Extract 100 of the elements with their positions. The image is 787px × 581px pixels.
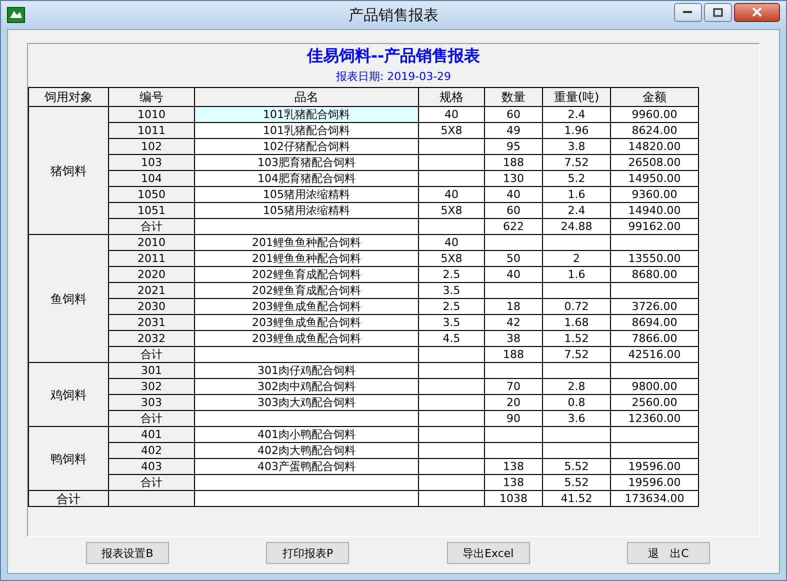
weight-cell: 5.2 bbox=[542, 170, 610, 186]
spec-cell: 40 bbox=[418, 186, 484, 202]
quantity-cell: 188 bbox=[484, 154, 542, 170]
weight-cell: 2 bbox=[542, 250, 610, 266]
column-header: 数量 bbox=[484, 88, 542, 106]
code-cell: 1051 bbox=[108, 202, 194, 218]
name-cell[interactable]: 402肉大鸭配合饲料 bbox=[194, 442, 418, 458]
amount-cell: 8694.00 bbox=[610, 314, 698, 330]
name-cell[interactable]: 303肉大鸡配合饲料 bbox=[194, 394, 418, 410]
code-cell: 303 bbox=[108, 394, 194, 410]
amount-cell: 9960.00 bbox=[610, 106, 698, 122]
close-icon bbox=[751, 7, 763, 17]
spec-cell: 2.5 bbox=[418, 266, 484, 282]
app-icon bbox=[7, 7, 25, 23]
action-button[interactable]: 打印报表P bbox=[266, 542, 350, 564]
maximize-button[interactable] bbox=[704, 2, 732, 22]
amount-cell: 8680.00 bbox=[610, 266, 698, 282]
amount-cell: 19596.00 bbox=[610, 458, 698, 474]
weight-cell: 3.8 bbox=[542, 138, 610, 154]
name-cell[interactable]: 102仔猪配合饲料 bbox=[194, 138, 418, 154]
amount-cell: 3726.00 bbox=[610, 298, 698, 314]
amount-cell: 8624.00 bbox=[610, 122, 698, 138]
quantity-cell: 70 bbox=[484, 378, 542, 394]
name-cell[interactable]: 403产蛋鸭配合饲料 bbox=[194, 458, 418, 474]
spec-cell: 4.5 bbox=[418, 330, 484, 346]
close-button[interactable] bbox=[734, 2, 780, 22]
spec-cell: 3.5 bbox=[418, 282, 484, 298]
action-button[interactable]: 导出Excel bbox=[446, 542, 530, 564]
weight-cell: 1.68 bbox=[542, 314, 610, 330]
name-cell[interactable]: 103肥育猪配合饲料 bbox=[194, 154, 418, 170]
weight-cell: 5.52 bbox=[542, 474, 610, 490]
subtotal-label: 合计 bbox=[108, 346, 194, 362]
amount-cell: 14940.00 bbox=[610, 202, 698, 218]
quantity-cell: 622 bbox=[484, 218, 542, 234]
amount-cell: 7866.00 bbox=[610, 330, 698, 346]
quantity-cell: 1038 bbox=[484, 490, 542, 506]
name-cell[interactable]: 105猪用浓缩精料 bbox=[194, 202, 418, 218]
name-cell[interactable]: 202鲤鱼育成配合饲料 bbox=[194, 282, 418, 298]
code-cell: 1011 bbox=[108, 122, 194, 138]
action-button[interactable]: 退 出C bbox=[626, 542, 710, 564]
group-cell: 鸭饲料 bbox=[28, 426, 108, 490]
weight-cell: 7.52 bbox=[542, 346, 610, 362]
subtotal-label: 合计 bbox=[108, 410, 194, 426]
subtotal-label: 合计 bbox=[108, 474, 194, 490]
group-cell: 鸡饲料 bbox=[28, 362, 108, 426]
name-cell[interactable]: 101乳猪配合饲料 bbox=[194, 106, 418, 122]
code-cell: 401 bbox=[108, 426, 194, 442]
quantity-cell: 138 bbox=[484, 458, 542, 474]
amount-cell: 14820.00 bbox=[610, 138, 698, 154]
name-cell[interactable]: 104肥育猪配合饲料 bbox=[194, 170, 418, 186]
name-cell[interactable]: 203鲤鱼成鱼配合饲料 bbox=[194, 330, 418, 346]
code-cell: 2031 bbox=[108, 314, 194, 330]
quantity-cell: 50 bbox=[484, 250, 542, 266]
name-cell[interactable]: 301肉仔鸡配合饲料 bbox=[194, 362, 418, 378]
code-cell: 2030 bbox=[108, 298, 194, 314]
quantity-cell: 130 bbox=[484, 170, 542, 186]
quantity-cell: 60 bbox=[484, 106, 542, 122]
quantity-cell: 90 bbox=[484, 410, 542, 426]
spec-cell: 2.5 bbox=[418, 298, 484, 314]
code-cell: 1050 bbox=[108, 186, 194, 202]
report-title: 佳易饲料--产品销售报表 bbox=[306, 46, 482, 67]
action-button[interactable]: 报表设置B bbox=[86, 542, 169, 564]
amount-cell: 12360.00 bbox=[610, 410, 698, 426]
quantity-cell: 188 bbox=[484, 346, 542, 362]
minimize-button[interactable] bbox=[674, 2, 702, 22]
name-cell[interactable]: 201鲤鱼鱼种配合饲料 bbox=[194, 250, 418, 266]
name-cell[interactable]: 105猪用浓缩精料 bbox=[194, 186, 418, 202]
quantity-cell: 18 bbox=[484, 298, 542, 314]
code-cell: 2021 bbox=[108, 282, 194, 298]
amount-cell: 99162.00 bbox=[610, 218, 698, 234]
window-title: 产品销售报表 bbox=[348, 6, 438, 24]
group-cell: 猪饲料 bbox=[28, 106, 108, 234]
weight-cell: 3.6 bbox=[542, 410, 610, 426]
column-header: 规格 bbox=[418, 88, 484, 106]
name-cell[interactable]: 203鲤鱼成鱼配合饲料 bbox=[194, 314, 418, 330]
name-cell[interactable]: 202鲤鱼育成配合饲料 bbox=[194, 266, 418, 282]
code-cell: 301 bbox=[108, 362, 194, 378]
weight-cell: 1.6 bbox=[542, 266, 610, 282]
column-header: 金额 bbox=[610, 88, 698, 106]
name-cell[interactable]: 203鲤鱼成鱼配合饲料 bbox=[194, 298, 418, 314]
name-cell[interactable]: 101乳猪配合饲料 bbox=[194, 122, 418, 138]
spec-cell: 40 bbox=[418, 234, 484, 250]
spec-cell: 5X8 bbox=[418, 250, 484, 266]
weight-cell: 2.4 bbox=[542, 106, 610, 122]
amount-cell: 19596.00 bbox=[610, 474, 698, 490]
name-cell[interactable]: 401肉小鸭配合饲料 bbox=[194, 426, 418, 442]
name-cell[interactable]: 302肉中鸡配合饲料 bbox=[194, 378, 418, 394]
code-cell: 2010 bbox=[108, 234, 194, 250]
amount-cell: 173634.00 bbox=[610, 490, 698, 506]
weight-cell: 7.52 bbox=[542, 154, 610, 170]
amount-cell: 2560.00 bbox=[610, 394, 698, 410]
amount-cell: 9800.00 bbox=[610, 378, 698, 394]
quantity-cell: 38 bbox=[484, 330, 542, 346]
report-date: 报表日期: 2019-03-29 bbox=[334, 69, 452, 84]
column-header: 编号 bbox=[108, 88, 194, 106]
amount-cell: 42516.00 bbox=[610, 346, 698, 362]
spec-cell: 3.5 bbox=[418, 314, 484, 330]
code-cell: 402 bbox=[108, 442, 194, 458]
minimize-icon bbox=[683, 10, 693, 14]
name-cell[interactable]: 201鲤鱼鱼种配合饲料 bbox=[194, 234, 418, 250]
